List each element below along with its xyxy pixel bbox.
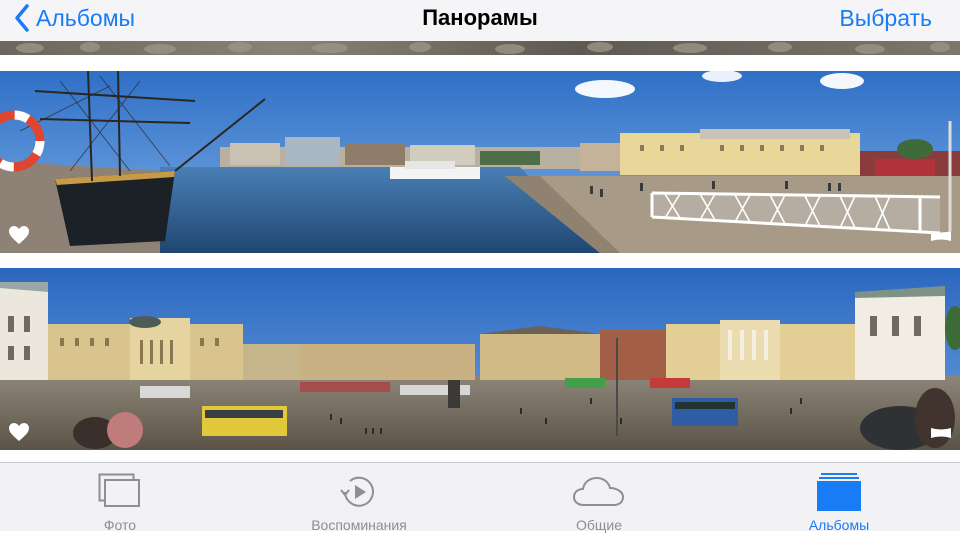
chevron-left-icon <box>15 4 29 32</box>
tab-albums-label: Альбомы <box>808 517 870 533</box>
tab-bar: Фото Воспоминания Общие Альбомы <box>0 462 960 533</box>
albums-icon <box>817 473 861 511</box>
tab-albums[interactable]: Альбомы <box>739 463 939 533</box>
heart-icon <box>9 423 29 441</box>
panorama-photo-harbor[interactable] <box>0 71 960 253</box>
panorama-photo-square[interactable] <box>0 268 960 450</box>
tab-shared-label: Общие <box>575 517 623 533</box>
heart-icon <box>9 226 29 244</box>
tab-photos-label: Фото <box>103 517 137 533</box>
photo-thumbnail-partial[interactable] <box>0 41 960 55</box>
harbor-panorama-image <box>0 71 960 253</box>
back-button-label: Альбомы <box>36 4 136 31</box>
tab-shared[interactable]: Общие <box>499 463 699 533</box>
tab-memories-label: Воспоминания <box>311 517 407 533</box>
tab-memories[interactable]: Воспоминания <box>259 463 459 533</box>
tab-photos[interactable]: Фото <box>20 463 220 533</box>
select-button[interactable]: Выбрать <box>839 0 932 36</box>
square-panorama-image <box>0 268 960 450</box>
cloud-icon <box>572 476 625 506</box>
navigation-bar: Альбомы Панорамы Выбрать <box>0 0 960 42</box>
panorama-icon <box>931 428 951 438</box>
photos-icon <box>98 473 140 507</box>
panorama-icon <box>931 231 951 241</box>
memories-icon <box>340 476 374 507</box>
page-title: Панорамы <box>422 5 538 30</box>
back-button[interactable]: Альбомы <box>14 0 135 36</box>
